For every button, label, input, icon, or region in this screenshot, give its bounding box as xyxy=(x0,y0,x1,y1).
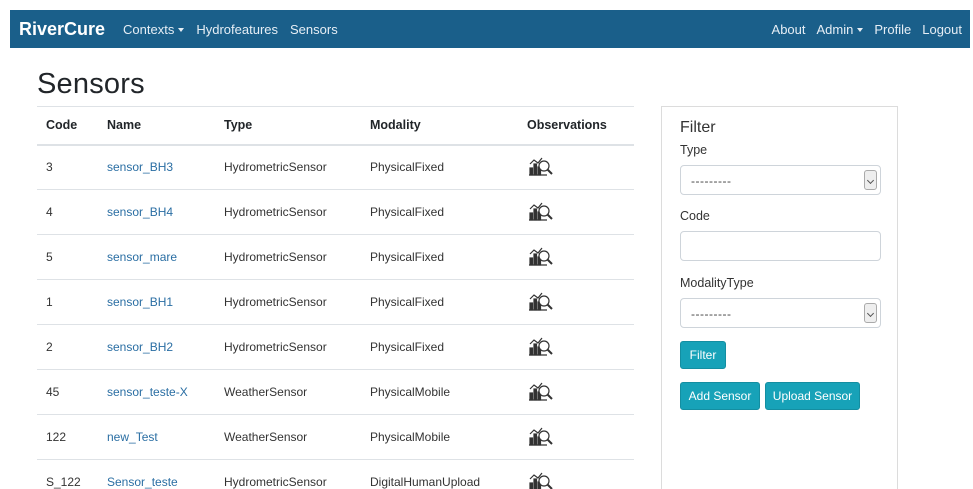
chart-search-icon[interactable] xyxy=(527,469,555,489)
cell-modality: PhysicalMobile xyxy=(361,414,518,460)
nav-logout[interactable]: Logout xyxy=(922,22,962,37)
nav-admin[interactable]: Admin xyxy=(817,22,864,37)
filter-title: Filter xyxy=(680,119,716,136)
chart-search-icon[interactable] xyxy=(527,244,555,268)
cell-modality: PhysicalFixed xyxy=(361,144,518,190)
chart-search-icon[interactable] xyxy=(527,334,555,358)
chevron-down-icon xyxy=(178,27,185,32)
nav-contexts[interactable]: Contexts xyxy=(123,22,185,37)
cell-type: HydrometricSensor xyxy=(215,144,361,190)
sensor-name-link[interactable]: sensor_BH3 xyxy=(107,160,173,174)
cell-modality: PhysicalFixed xyxy=(361,234,518,280)
cell-type: WeatherSensor xyxy=(215,369,361,415)
nav-sensors[interactable]: Sensors xyxy=(290,22,338,37)
sensor-name-link[interactable]: sensor_mare xyxy=(107,250,177,264)
cell-code: 4 xyxy=(37,189,98,235)
header-observations: Observations xyxy=(518,106,634,146)
cell-code: 3 xyxy=(37,144,98,190)
sensor-name-link[interactable]: sensor_BH4 xyxy=(107,205,173,219)
chevron-down-icon xyxy=(857,27,864,32)
table-row: 5 sensor_mare HydrometricSensor PhysicalFix… xyxy=(37,234,634,280)
header-type: Type xyxy=(215,106,361,146)
table-row: 3 sensor_BH3 HydrometricSensor PhysicalFixe… xyxy=(37,144,634,190)
cell-code: 2 xyxy=(37,324,98,370)
modality-label: ModalityType xyxy=(680,276,754,290)
sensor-name-link[interactable]: new_Test xyxy=(107,430,158,444)
sensors-table: Code Name Type Modality Observations 3 se… xyxy=(37,106,634,489)
cell-type: HydrometricSensor xyxy=(215,279,361,325)
cell-type: HydrometricSensor xyxy=(215,459,361,489)
chart-search-icon[interactable] xyxy=(527,199,555,223)
cell-type: HydrometricSensor xyxy=(215,189,361,235)
sensor-name-link[interactable]: sensor_BH2 xyxy=(107,340,173,354)
cell-modality: PhysicalFixed xyxy=(361,324,518,370)
upload-sensor-button[interactable]: Upload Sensor xyxy=(765,382,860,410)
brand-logo[interactable]: RiverCure xyxy=(19,19,105,40)
chart-search-icon[interactable] xyxy=(527,424,555,448)
modality-select[interactable]: --------- xyxy=(680,298,881,328)
nav-about[interactable]: About xyxy=(772,22,806,37)
cell-type: HydrometricSensor xyxy=(215,324,361,370)
nav-left: Contexts Hydrofeatures Sensors xyxy=(123,22,338,37)
type-select-value: --------- xyxy=(691,174,732,188)
cell-code: S_122 xyxy=(37,459,98,489)
sensor-name-link[interactable]: sensor_BH1 xyxy=(107,295,173,309)
cell-modality: PhysicalFixed xyxy=(361,279,518,325)
modality-select-value: --------- xyxy=(691,307,732,321)
page-title: Sensors xyxy=(37,68,145,100)
nav-right: About Admin Profile Logout xyxy=(772,22,962,37)
type-select[interactable]: --------- xyxy=(680,165,881,195)
header-modality: Modality xyxy=(361,106,518,146)
cell-code: 122 xyxy=(37,414,98,460)
table-row: 2 sensor_BH2 HydrometricSensor PhysicalFixe… xyxy=(37,324,634,370)
sensor-name-link[interactable]: Sensor_teste xyxy=(107,475,178,489)
cell-modality: PhysicalFixed xyxy=(361,189,518,235)
code-label: Code xyxy=(680,209,710,223)
cell-type: HydrometricSensor xyxy=(215,234,361,280)
header-name: Name xyxy=(98,106,215,146)
cell-type: WeatherSensor xyxy=(215,414,361,460)
nav-hydrofeatures[interactable]: Hydrofeatures xyxy=(196,22,278,37)
nav-profile[interactable]: Profile xyxy=(874,22,911,37)
table-row: 122 new_Test WeatherSensor PhysicalMobile xyxy=(37,414,634,460)
filter-panel: Filter Type --------- Code ModalityType … xyxy=(661,106,898,489)
table-row: 1 sensor_BH1 HydrometricSensor PhysicalFixe… xyxy=(37,279,634,325)
table-row: 4 sensor_BH4 HydrometricSensor PhysicalFixe… xyxy=(37,189,634,235)
cell-code: 45 xyxy=(37,369,98,415)
table-row: S_122 Sensor_teste HydrometricSensor Digita… xyxy=(37,459,634,489)
add-sensor-button[interactable]: Add Sensor xyxy=(680,382,760,410)
cell-modality: PhysicalMobile xyxy=(361,369,518,415)
table-row: 45 sensor_teste-X WeatherSensor PhysicalMob… xyxy=(37,369,634,415)
chart-search-icon[interactable] xyxy=(527,289,555,313)
code-input[interactable] xyxy=(680,231,881,261)
top-navbar: RiverCure Contexts Hydrofeatures Sensors… xyxy=(10,10,970,48)
header-code: Code xyxy=(37,106,98,146)
chart-search-icon[interactable] xyxy=(527,154,555,178)
filter-button[interactable]: Filter xyxy=(680,341,726,369)
cell-code: 5 xyxy=(37,234,98,280)
sensor-name-link[interactable]: sensor_teste-X xyxy=(107,385,188,399)
table-header-row: Code Name Type Modality Observations xyxy=(37,106,634,146)
cell-modality: DigitalHumanUpload xyxy=(361,459,518,489)
chevron-down-icon xyxy=(864,303,877,323)
chevron-down-icon xyxy=(864,170,877,190)
chart-search-icon[interactable] xyxy=(527,379,555,403)
cell-code: 1 xyxy=(37,279,98,325)
type-label: Type xyxy=(680,143,708,157)
